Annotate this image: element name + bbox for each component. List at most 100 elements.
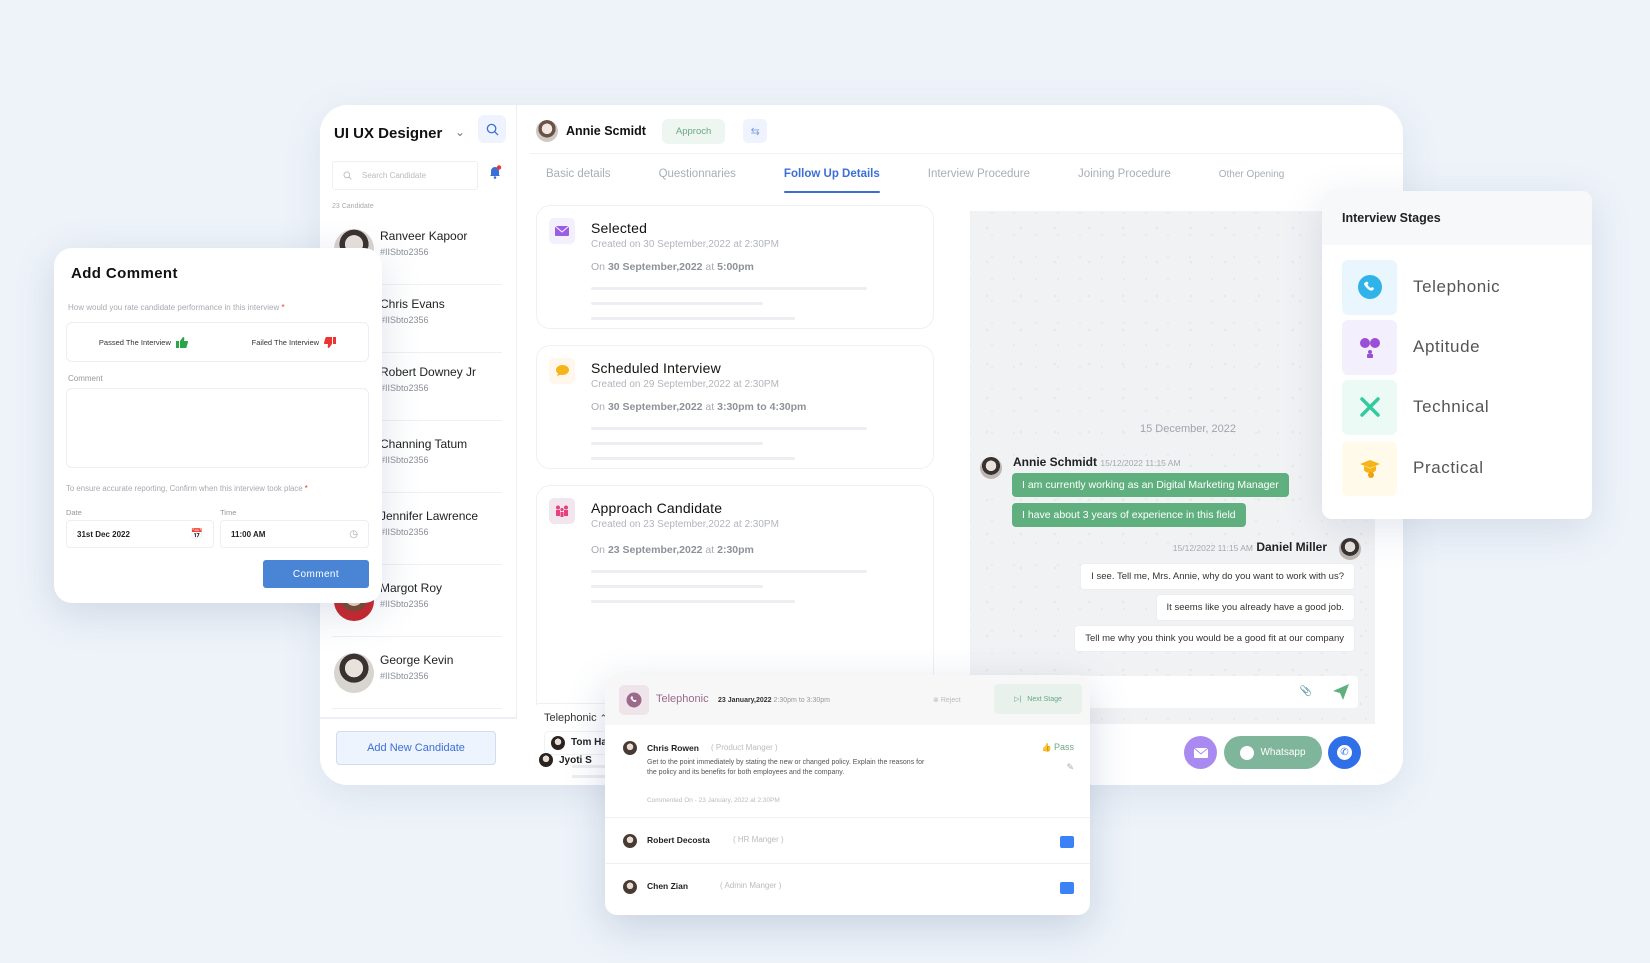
candidate-id: #IISbto2356: [380, 315, 429, 325]
chevron-down-icon[interactable]: ⌄: [455, 125, 465, 139]
avatar: [623, 880, 637, 894]
placeholder-line: [591, 457, 795, 460]
phone-icon: [619, 685, 649, 715]
follow-up-card[interactable]: Selected Created on 30 September,2022 at…: [536, 205, 934, 329]
incoming-message: I am currently working as an Digital Mar…: [1012, 473, 1289, 497]
stage-label: Telephonic: [1413, 277, 1501, 296]
panel-title: Interview Stages: [1322, 191, 1592, 245]
people-icon: [549, 498, 575, 524]
reviewer-row: Jyoti S: [539, 753, 592, 767]
review-meta: Commented On - 23 January, 2022 at 2:30P…: [647, 797, 780, 804]
comment-icon[interactable]: [1060, 836, 1074, 848]
stage-item-telephonic[interactable]: Telephonic: [1342, 259, 1582, 315]
candidate-id: #IISbto2356: [380, 247, 429, 257]
stage-item-aptitude[interactable]: Aptitude: [1342, 319, 1582, 375]
status-badge[interactable]: Approch: [661, 118, 726, 144]
search-button[interactable]: [478, 115, 506, 143]
incoming-sender: Annie Schmidt 15/12/2022 11:15 AM: [1013, 455, 1181, 469]
placeholder-line: [591, 427, 867, 430]
comment-submit-button[interactable]: Comment: [263, 560, 369, 588]
search-placeholder: Search Candidate: [362, 171, 427, 180]
whatsapp-icon: [1240, 745, 1255, 760]
review-item: Chen Zian ( Admin Manger ): [605, 863, 1090, 915]
chat-bubble-icon: [549, 358, 575, 384]
stage-label: Practical: [1413, 458, 1484, 477]
candidate-header: Annie Scmidt Approch ⇆: [536, 117, 768, 145]
reviewer-name: Chris Rowen: [647, 743, 699, 753]
edit-icon[interactable]: ✎: [1066, 762, 1074, 773]
tab-bar: Basic details Questionnaries Follow Up D…: [546, 155, 1284, 193]
reject-button[interactable]: ⊗ Reject: [933, 696, 961, 704]
candidate-name: Margot Roy: [380, 581, 443, 595]
rating-options: Passed The Interview Failed The Intervie…: [66, 322, 369, 362]
result-pass: 👍 Pass: [1041, 742, 1075, 752]
mail-icon: [1193, 747, 1208, 758]
tab-follow-up-details[interactable]: Follow Up Details: [783, 155, 880, 193]
tab-joining-procedure[interactable]: Joining Procedure: [1078, 155, 1171, 193]
send-icon[interactable]: [1332, 683, 1350, 701]
email-button[interactable]: [1184, 736, 1217, 769]
follow-up-card[interactable]: Approach Candidate Created on 23 Septemb…: [536, 485, 934, 705]
reviewer-role: ( HR Manger ): [733, 835, 784, 844]
reviewer-name: Chen Zian: [647, 881, 689, 891]
modal-title: Add Comment: [71, 265, 178, 282]
incoming-message: I have about 3 years of experience in th…: [1012, 503, 1246, 527]
review-item: Chris Rowen ( Product Manger ) Get to th…: [605, 725, 1090, 817]
divider: [530, 153, 1403, 154]
outgoing-message: It seems like you already have a good jo…: [1155, 594, 1355, 621]
created-date: Created on 29 September,2022 at 2:30PM: [591, 379, 779, 390]
notification-bell-icon[interactable]: [488, 165, 502, 184]
candidate-item[interactable]: George Kevin #IISbto2356: [332, 639, 502, 709]
next-stage-button[interactable]: ▷| Next Stage: [994, 684, 1082, 714]
scheduled-date: On 23 September,2022 at 2:30pm: [591, 544, 754, 556]
placeholder-line: [591, 570, 867, 573]
candidate-name: Jennifer Lawrence: [380, 509, 479, 523]
placeholder-line: [591, 287, 867, 290]
review-text: Get to the point immediately by stating …: [647, 759, 925, 776]
stage-item-practical[interactable]: Practical: [1342, 440, 1582, 496]
thumbs-up-icon: 👍: [1041, 743, 1052, 752]
placeholder-line: [591, 585, 763, 588]
mail-icon: [549, 218, 575, 244]
time-input[interactable]: 11:00 AM ◷: [220, 520, 369, 548]
call-button[interactable]: ✆: [1328, 736, 1361, 769]
reviewer-name: Jyoti S: [559, 754, 592, 766]
paperclip-icon[interactable]: 📎: [1300, 686, 1312, 697]
chat-panel: 15 December, 2022 Annie Schmidt 15/12/20…: [970, 211, 1375, 724]
confirm-text: To ensure accurate reporting, Confirm wh…: [66, 484, 308, 493]
tab-interview-procedure[interactable]: Interview Procedure: [928, 155, 1030, 193]
avatar: [623, 741, 637, 755]
job-title-dropdown[interactable]: UI UX Designer: [334, 125, 442, 142]
passed-option[interactable]: Passed The Interview: [99, 336, 188, 348]
comment-textarea[interactable]: [66, 388, 369, 468]
avatar: [551, 736, 565, 750]
candidate-name: Channing Tatum: [380, 437, 468, 451]
failed-option[interactable]: Failed The Interview: [252, 336, 337, 348]
tab-questionnaries[interactable]: Questionnaries: [659, 155, 736, 193]
tab-other-opening[interactable]: Other Opening: [1219, 155, 1285, 193]
candidate-search-input[interactable]: Search Candidate: [332, 161, 478, 190]
clock-icon: ◷: [349, 528, 358, 540]
follow-up-card[interactable]: Scheduled Interview Created on 29 Septem…: [536, 345, 934, 469]
chat-date-divider: 15 December, 2022: [1140, 423, 1237, 435]
comment-icon[interactable]: [1060, 882, 1074, 894]
candidate-count: 23 Candidate: [332, 203, 374, 210]
follow-up-title: Scheduled Interview: [591, 360, 721, 376]
stage-item-technical[interactable]: Technical: [1342, 379, 1582, 435]
scheduled-date: On 30 September,2022 at 5:00pm: [591, 261, 754, 273]
tab-basic-details[interactable]: Basic details: [546, 155, 611, 193]
outgoing-message: I see. Tell me, Mrs. Annie, why do you w…: [1080, 563, 1355, 590]
search-icon: [486, 123, 499, 136]
outgoing-sender: 15/12/2022 11:15 AM Daniel Miller: [1172, 540, 1327, 554]
thumbs-down-icon: [324, 336, 337, 348]
add-new-candidate-button[interactable]: Add New Candidate: [336, 731, 496, 765]
close-circle-icon: ⊗: [933, 697, 939, 704]
thumbs-up-icon: [175, 336, 188, 348]
search-icon: [343, 171, 352, 180]
rating-question: How would you rate candidate performance…: [68, 303, 285, 312]
whatsapp-button[interactable]: Whatsapp: [1224, 736, 1322, 769]
date-input[interactable]: 31st Dec 2022 📅: [66, 520, 214, 548]
stage-label: Telephonic ⌃: [544, 712, 608, 724]
tools-icon: [1342, 379, 1397, 435]
swap-icon[interactable]: ⇆: [743, 119, 768, 143]
